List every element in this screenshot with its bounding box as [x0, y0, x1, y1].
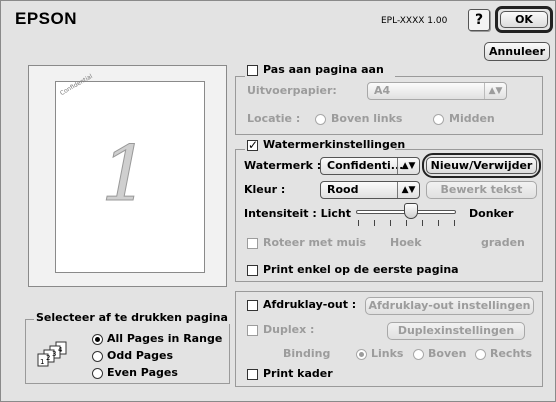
even-pages-label[interactable]: Even Pages — [107, 366, 178, 379]
watermark-settings-label[interactable]: Watermerkinstellingen — [263, 138, 405, 151]
intensity-max-label: Donker — [469, 207, 514, 220]
fit-to-page-checkbox[interactable] — [247, 65, 258, 76]
updown-arrow-icon: ▲▼ — [484, 83, 506, 99]
print-frame-label[interactable]: Print kader — [263, 367, 333, 380]
page-range-title: Selecteer af te drukken pagina — [34, 311, 230, 324]
odd-pages-radio[interactable] — [92, 351, 103, 362]
binding-right-label[interactable]: Rechts — [490, 347, 532, 360]
pages-stack-icon: 1 2 3 4 — [37, 341, 67, 367]
duplex-checkbox[interactable] — [247, 325, 258, 336]
rotate-mouse-label[interactable]: Roteer met muis — [263, 236, 366, 249]
slider-tick — [422, 220, 423, 226]
page-icon-number-2: 2 — [46, 354, 50, 362]
angle-label: Hoek — [390, 236, 422, 249]
output-paper-select[interactable]: A4 ▲▼ — [367, 82, 507, 100]
watermark-checkbox[interactable] — [247, 138, 258, 152]
first-page-only-checkbox[interactable] — [247, 265, 258, 276]
print-layout-checkbox[interactable] — [247, 300, 258, 311]
cancel-button[interactable]: Annuleer — [484, 42, 550, 61]
binding-top-radio[interactable] — [413, 349, 424, 360]
even-pages-radio[interactable] — [92, 368, 103, 379]
output-paper-label: Uitvoerpapier: — [247, 84, 337, 97]
slider-tick — [454, 220, 455, 226]
all-pages-radio[interactable] — [92, 334, 103, 345]
layout-settings-button[interactable]: Afdruklay-out instellingen — [365, 297, 534, 315]
page-icon-number-4: 4 — [58, 346, 63, 354]
location-center-radio[interactable] — [433, 114, 444, 125]
color-value: Rood — [327, 183, 359, 196]
preview-page-number: 1 — [100, 129, 150, 219]
updown-arrow-icon: ▲▼ — [397, 182, 419, 198]
duplex-settings-button[interactable]: Duplexinstellingen — [387, 322, 525, 340]
watermark-select[interactable]: Confidenti... ▲▼ — [320, 157, 420, 175]
new-delete-button[interactable]: Nieuw/Verwijder — [426, 157, 537, 174]
binding-left-radio[interactable] — [356, 349, 367, 360]
binding-left-label[interactable]: Links — [371, 347, 403, 360]
intensity-slider-thumb[interactable] — [404, 203, 418, 219]
color-label: Kleur : — [244, 183, 286, 196]
slider-tick — [390, 220, 391, 226]
page-setup-dialog: EPSON EPL-XXXX 1.00 ? OK Annuleer Confid… — [0, 0, 556, 402]
watermark-value: Confidenti... — [327, 159, 404, 172]
edit-text-button[interactable]: Bewerk tekst — [426, 181, 537, 199]
help-button[interactable]: ? — [468, 9, 490, 31]
binding-right-radio[interactable] — [475, 349, 486, 360]
epson-logo: EPSON — [15, 9, 78, 28]
location-center-label[interactable]: Midden — [449, 112, 495, 125]
location-top-left-radio[interactable] — [315, 114, 326, 125]
print-layout-label[interactable]: Afdruklay-out : — [263, 298, 356, 311]
binding-label: Binding — [283, 347, 331, 360]
odd-pages-label[interactable]: Odd Pages — [107, 349, 173, 362]
page-icon-number-1: 1 — [40, 358, 44, 366]
duplex-label[interactable]: Duplex : — [263, 323, 314, 336]
watermark-label: Watermerk : — [244, 159, 322, 172]
binding-top-label[interactable]: Boven — [428, 347, 466, 360]
page-icon-number-3: 3 — [52, 350, 56, 358]
location-top-left-label[interactable]: Boven links — [331, 112, 402, 125]
updown-arrow-icon: ▲▼ — [397, 158, 419, 174]
print-frame-checkbox[interactable] — [247, 369, 258, 380]
printer-model-version: EPL-XXXX 1.00 — [381, 16, 448, 26]
slider-tick — [358, 220, 359, 226]
first-page-only-label[interactable]: Print enkel op de eerste pagina — [263, 263, 459, 276]
output-paper-value: A4 — [374, 84, 391, 97]
slider-tick — [438, 220, 439, 226]
intensity-label: Intensiteit : Licht — [244, 207, 351, 220]
rotate-mouse-checkbox[interactable] — [247, 238, 258, 249]
fit-to-page-label[interactable]: Pas aan pagina aan — [263, 63, 384, 76]
location-label: Locatie : — [247, 112, 301, 125]
ok-button[interactable]: OK — [500, 11, 548, 28]
all-pages-label[interactable]: All Pages in Range — [107, 332, 222, 345]
slider-tick — [374, 220, 375, 226]
color-select[interactable]: Rood ▲▼ — [320, 181, 420, 199]
degrees-label: graden — [481, 236, 525, 249]
slider-tick — [406, 220, 407, 226]
